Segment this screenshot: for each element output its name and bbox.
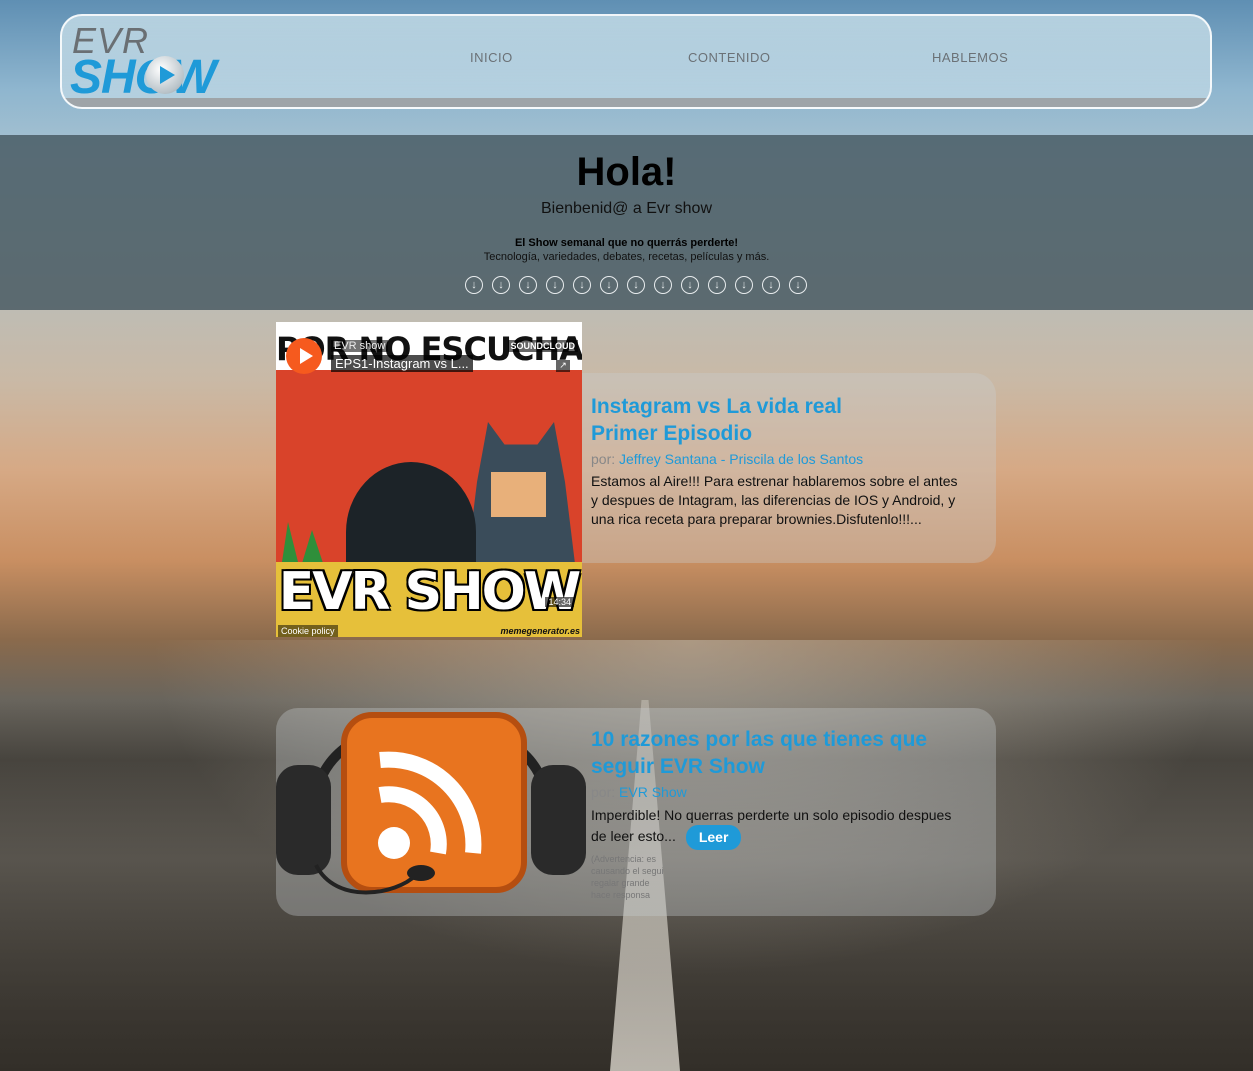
post-byline: por: Jeffrey Santana - Priscila de los S… (591, 451, 863, 467)
post-title[interactable]: 10 razones por las que tienes que seguir… (591, 726, 927, 780)
logo-play-icon (146, 56, 184, 94)
logo-show-text: SHOW (70, 51, 216, 104)
byline-authors[interactable]: EVR Show (619, 784, 687, 800)
post-title-line1[interactable]: 10 razones por las que tienes que (591, 726, 927, 753)
share-icon[interactable]: ↗ (556, 360, 570, 372)
arrow-down-icon[interactable]: ↓ (789, 276, 807, 294)
meme-bottom-text: EVR SHOW (278, 562, 581, 622)
hero-subtitle: Bienbenid@ a Evr show (541, 200, 712, 217)
hero-banner: Hola! Bienbenid@ a Evr show El Show sema… (0, 135, 1253, 310)
hero-tagline-bold: El Show semanal que no querrás perderte! (514, 237, 739, 249)
podcast-rss-headphones-image (276, 712, 586, 895)
soundcloud-player[interactable]: POR NO ESCUCHAR EVR SHOW EVR show EPS1-I… (276, 322, 582, 637)
post-excerpt: Estamos al Aire!!! Para estrenar hablare… (591, 473, 958, 527)
warning-line: (Advertencia: es (591, 854, 657, 864)
arrow-down-icon[interactable]: ↓ (573, 276, 591, 294)
cookie-policy-link[interactable]: Cookie policy (278, 625, 338, 637)
byline-label: por: (591, 784, 616, 800)
nav-contenido[interactable]: CONTENIDO (688, 50, 771, 65)
play-icon[interactable] (286, 338, 322, 374)
soundcloud-logo[interactable]: SOUNDCLOUD (507, 340, 578, 352)
post-excerpt-text: Imperdible! No querras perderte un solo … (591, 807, 952, 845)
warning-line: hace responsa (591, 890, 651, 900)
arrow-down-icon[interactable]: ↓ (546, 276, 564, 294)
site-header: EVR SHOW INICIO CONTENIDO HABLEMOS (60, 14, 1212, 109)
arrow-down-icon[interactable]: ↓ (600, 276, 618, 294)
arrow-down-icon[interactable]: ↓ (654, 276, 672, 294)
post-title-line2[interactable]: seguir EVR Show (591, 753, 927, 780)
post-excerpt: Imperdible! No querras perderte un solo … (591, 806, 961, 850)
hero-tagline: Tecnología, variedades, debates, recetas… (483, 251, 770, 263)
nav-hablemos[interactable]: HABLEMOS (932, 50, 1008, 65)
player-track-title[interactable]: EPS1-Instagram vs L... (331, 355, 473, 372)
post-warning: (Advertencia: es causando el segui regal… (591, 853, 664, 901)
header-bottom-bar (62, 98, 1210, 107)
post-title-line2[interactable]: Primer Episodio (591, 420, 842, 447)
meme-face-shape (491, 472, 546, 517)
arrow-down-icon[interactable]: ↓ (492, 276, 510, 294)
arrow-down-icon[interactable]: ↓ (681, 276, 699, 294)
warning-line: regalar grande (591, 878, 650, 888)
post-byline: por: EVR Show (591, 784, 687, 800)
post-title-line1[interactable]: Instagram vs La vida real (591, 393, 842, 420)
byline-label: por: (591, 451, 616, 467)
player-duration: 14:34 (545, 597, 574, 607)
post-title[interactable]: Instagram vs La vida real Primer Episodi… (591, 393, 842, 447)
player-artist[interactable]: EVR show (331, 340, 389, 352)
read-more-button[interactable]: Leer (685, 825, 742, 850)
scroll-arrows: ↓ ↓ ↓ ↓ ↓ ↓ ↓ ↓ ↓ ↓ ↓ ↓ ↓ (465, 276, 815, 296)
hero-title: Hola! (576, 150, 677, 194)
arrow-down-icon[interactable]: ↓ (465, 276, 483, 294)
arrow-down-icon[interactable]: ↓ (519, 276, 537, 294)
meme-credit: memegenerator.es (500, 626, 580, 636)
arrow-down-icon[interactable]: ↓ (627, 276, 645, 294)
arrow-down-icon[interactable]: ↓ (762, 276, 780, 294)
warning-line: causando el segui (591, 866, 664, 876)
arrow-down-icon[interactable]: ↓ (708, 276, 726, 294)
byline-authors[interactable]: Jeffrey Santana - Priscila de los Santos (619, 451, 863, 467)
arrow-down-icon[interactable]: ↓ (735, 276, 753, 294)
site-logo[interactable]: EVR SHOW (68, 18, 248, 104)
nav-inicio[interactable]: INICIO (470, 50, 513, 65)
